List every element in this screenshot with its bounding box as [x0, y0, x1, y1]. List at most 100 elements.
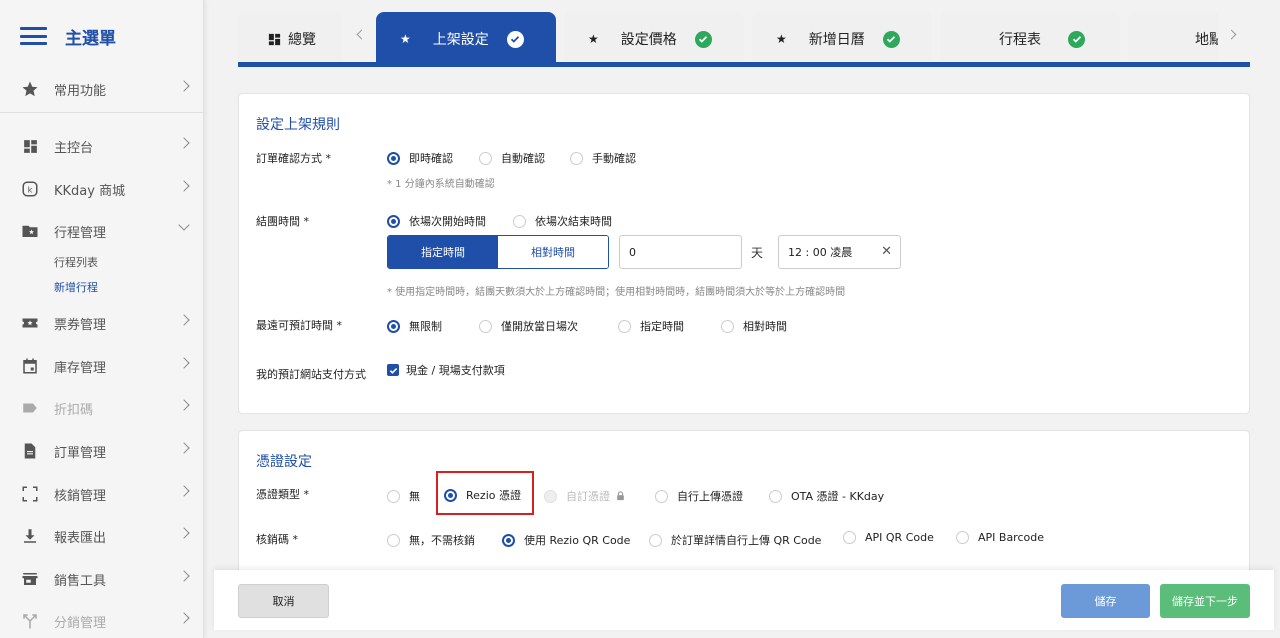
- chevron-right-icon: [178, 485, 190, 497]
- sidebar-item-orders[interactable]: 訂單管理: [0, 432, 204, 470]
- chevron-right-icon: [178, 570, 190, 582]
- tab-add-calendar[interactable]: ★ 新增日曆: [752, 12, 932, 66]
- section-title: 憑證設定: [256, 454, 312, 470]
- radio-label: Rezio 憑證: [466, 489, 521, 502]
- time-input[interactable]: 12 : 00 凌晨 ✕: [778, 235, 901, 269]
- advance-booking-label: 最遠可預訂時間 *: [256, 319, 342, 332]
- clear-icon[interactable]: ✕: [881, 244, 892, 259]
- chevron-right-icon: [178, 137, 190, 149]
- sidebar-header: 主選單: [0, 0, 203, 72]
- tab-label: 總覽: [288, 32, 316, 48]
- days-input[interactable]: 0: [619, 235, 742, 269]
- radio-label: 無限制: [409, 320, 442, 333]
- sidebar-divider: [0, 112, 204, 113]
- cancel-button[interactable]: 取消: [238, 584, 329, 618]
- sidebar-subitem-itinerary-list[interactable]: 行程列表: [54, 254, 98, 270]
- tab-label: 行程表: [999, 32, 1041, 48]
- radio-label: 自行上傳憑證: [677, 490, 743, 503]
- download-icon: [20, 526, 40, 546]
- radio-voucher-none[interactable]: 無: [387, 488, 420, 504]
- chevron-right-icon: [178, 612, 190, 624]
- save-button[interactable]: 儲存: [1061, 584, 1150, 618]
- chevron-down-icon: [178, 219, 190, 231]
- sidebar-title: 主選單: [65, 28, 116, 49]
- check-circle-icon: [1068, 30, 1085, 48]
- sidebar-item-itinerary[interactable]: 行程管理: [0, 212, 204, 250]
- confirm-note: * 1 分鐘內系統自動確認: [387, 179, 495, 190]
- action-footer: 取消 儲存 儲存並下一步: [214, 570, 1274, 630]
- sidebar-item-report-export[interactable]: 報表匯出: [0, 517, 204, 555]
- radio-rezio-qr[interactable]: 使用 Rezio QR Code: [502, 532, 630, 548]
- radio-by-end-time[interactable]: 依場次結束時間: [513, 213, 612, 229]
- radio-label: 無，不需核銷: [409, 534, 475, 547]
- radio-unlimited[interactable]: 無限制: [387, 318, 442, 334]
- radio-upload-voucher[interactable]: 自行上傳憑證: [655, 488, 743, 504]
- chevron-left-icon[interactable]: [356, 29, 367, 40]
- radio-no-redemption[interactable]: 無，不需核銷: [387, 532, 475, 548]
- radio-advance-specified[interactable]: 指定時間: [618, 318, 684, 334]
- sidebar-item-label: 常用功能: [54, 83, 107, 99]
- sidebar-subitem-new-itinerary[interactable]: 新增行程: [54, 279, 98, 295]
- check-circle-icon: [694, 30, 712, 48]
- scan-frame-icon: [20, 484, 40, 504]
- radio-ota-voucher[interactable]: OTA 憑證 - KKday: [769, 488, 884, 504]
- radio-api-qr[interactable]: API QR Code: [843, 531, 934, 544]
- radio-instant-confirm[interactable]: 即時確認: [387, 150, 453, 166]
- confirm-method-label: 訂單確認方式 *: [256, 152, 331, 165]
- sidebar-item-label: 主控台: [54, 140, 94, 156]
- chevron-right-icon: [178, 180, 190, 192]
- sidebar-item-distribution[interactable]: 分銷管理: [0, 602, 204, 638]
- sidebar: 主選單 常用功能 主控台 k KKday 商城 行程管理 行程列表 新增行程 票…: [0, 0, 204, 638]
- chevron-right-icon[interactable]: [1226, 29, 1237, 40]
- hamburger-menu-icon[interactable]: [20, 27, 47, 45]
- sidebar-item-discount-code[interactable]: 折扣碼: [0, 389, 204, 427]
- radio-today-only[interactable]: 僅開放當日場次: [479, 318, 578, 334]
- radio-custom-voucher[interactable]: 自訂憑證: [544, 488, 625, 504]
- radio-auto-confirm[interactable]: 自動確認: [479, 150, 545, 166]
- relative-time-button[interactable]: 相對時間: [498, 236, 608, 268]
- days-unit: 天: [751, 246, 764, 260]
- tab-label: 新增日曆: [808, 32, 865, 48]
- sidebar-item-favorites[interactable]: 常用功能: [0, 70, 204, 108]
- radio-upload-qr[interactable]: 於訂單詳情自行上傳 QR Code: [649, 532, 821, 548]
- label-tag-icon: [20, 398, 40, 418]
- tab-label: 設定價格: [620, 32, 677, 48]
- listing-rules-panel: 設定上架規則 訂單確認方式 * 即時確認 自動確認 手動確認 * 1 分鐘內系統…: [238, 93, 1250, 414]
- sidebar-item-kkday-mall[interactable]: k KKday 商城: [0, 170, 204, 208]
- star-icon: [20, 79, 40, 99]
- radio-advance-relative[interactable]: 相對時間: [721, 318, 787, 334]
- radio-api-barcode[interactable]: API Barcode: [956, 531, 1044, 544]
- radio-label: 於訂單詳情自行上傳 QR Code: [671, 534, 822, 547]
- sidebar-item-sales-tools[interactable]: 銷售工具: [0, 560, 204, 598]
- cutoff-label: 結團時間 *: [256, 215, 309, 228]
- sidebar-item-label: 銷售工具: [54, 573, 107, 589]
- step-tabs: 總覽 ★ 上架設定 ★ 設定價格 ★ 新增日曆 行程表 地點: [238, 12, 1250, 66]
- redemption-code-label: 核銷碼 *: [256, 533, 298, 546]
- tab-overview[interactable]: 總覽: [238, 12, 342, 66]
- store-icon: [20, 569, 40, 589]
- radio-label: 相對時間: [743, 320, 787, 333]
- tab-itinerary[interactable]: 行程表: [940, 12, 1120, 66]
- tabs-underline: [238, 62, 1250, 67]
- sidebar-item-inventory[interactable]: 庫存管理: [0, 347, 204, 385]
- tab-set-price[interactable]: ★ 設定價格: [564, 12, 744, 66]
- sidebar-item-tickets[interactable]: 票券管理: [0, 304, 204, 342]
- radio-label: API QR Code: [865, 531, 934, 544]
- save-and-next-button[interactable]: 儲存並下一步: [1160, 584, 1250, 618]
- sidebar-item-redemption[interactable]: 核銷管理: [0, 475, 204, 513]
- tab-location[interactable]: 地點: [1128, 12, 1218, 66]
- chevron-right-icon: [178, 314, 190, 326]
- checkbox-label: 現金 / 現場支付款項: [406, 364, 505, 377]
- radio-by-start-time[interactable]: 依場次開始時間: [387, 213, 486, 229]
- tab-label: 地點: [1195, 32, 1218, 48]
- radio-label: 依場次結束時間: [535, 215, 612, 228]
- cash-payment-checkbox[interactable]: 現金 / 現場支付款項: [387, 362, 505, 378]
- radio-manual-confirm[interactable]: 手動確認: [570, 150, 636, 166]
- sidebar-item-dashboard[interactable]: 主控台: [0, 127, 204, 165]
- radio-label: OTA 憑證 - KKday: [791, 490, 885, 503]
- grid-icon: [267, 32, 282, 47]
- chevron-right-icon: [178, 80, 190, 92]
- specified-time-button[interactable]: 指定時間: [388, 236, 498, 268]
- tab-listing-settings[interactable]: ★ 上架設定: [376, 12, 556, 66]
- radio-rezio-voucher[interactable]: Rezio 憑證: [444, 487, 521, 503]
